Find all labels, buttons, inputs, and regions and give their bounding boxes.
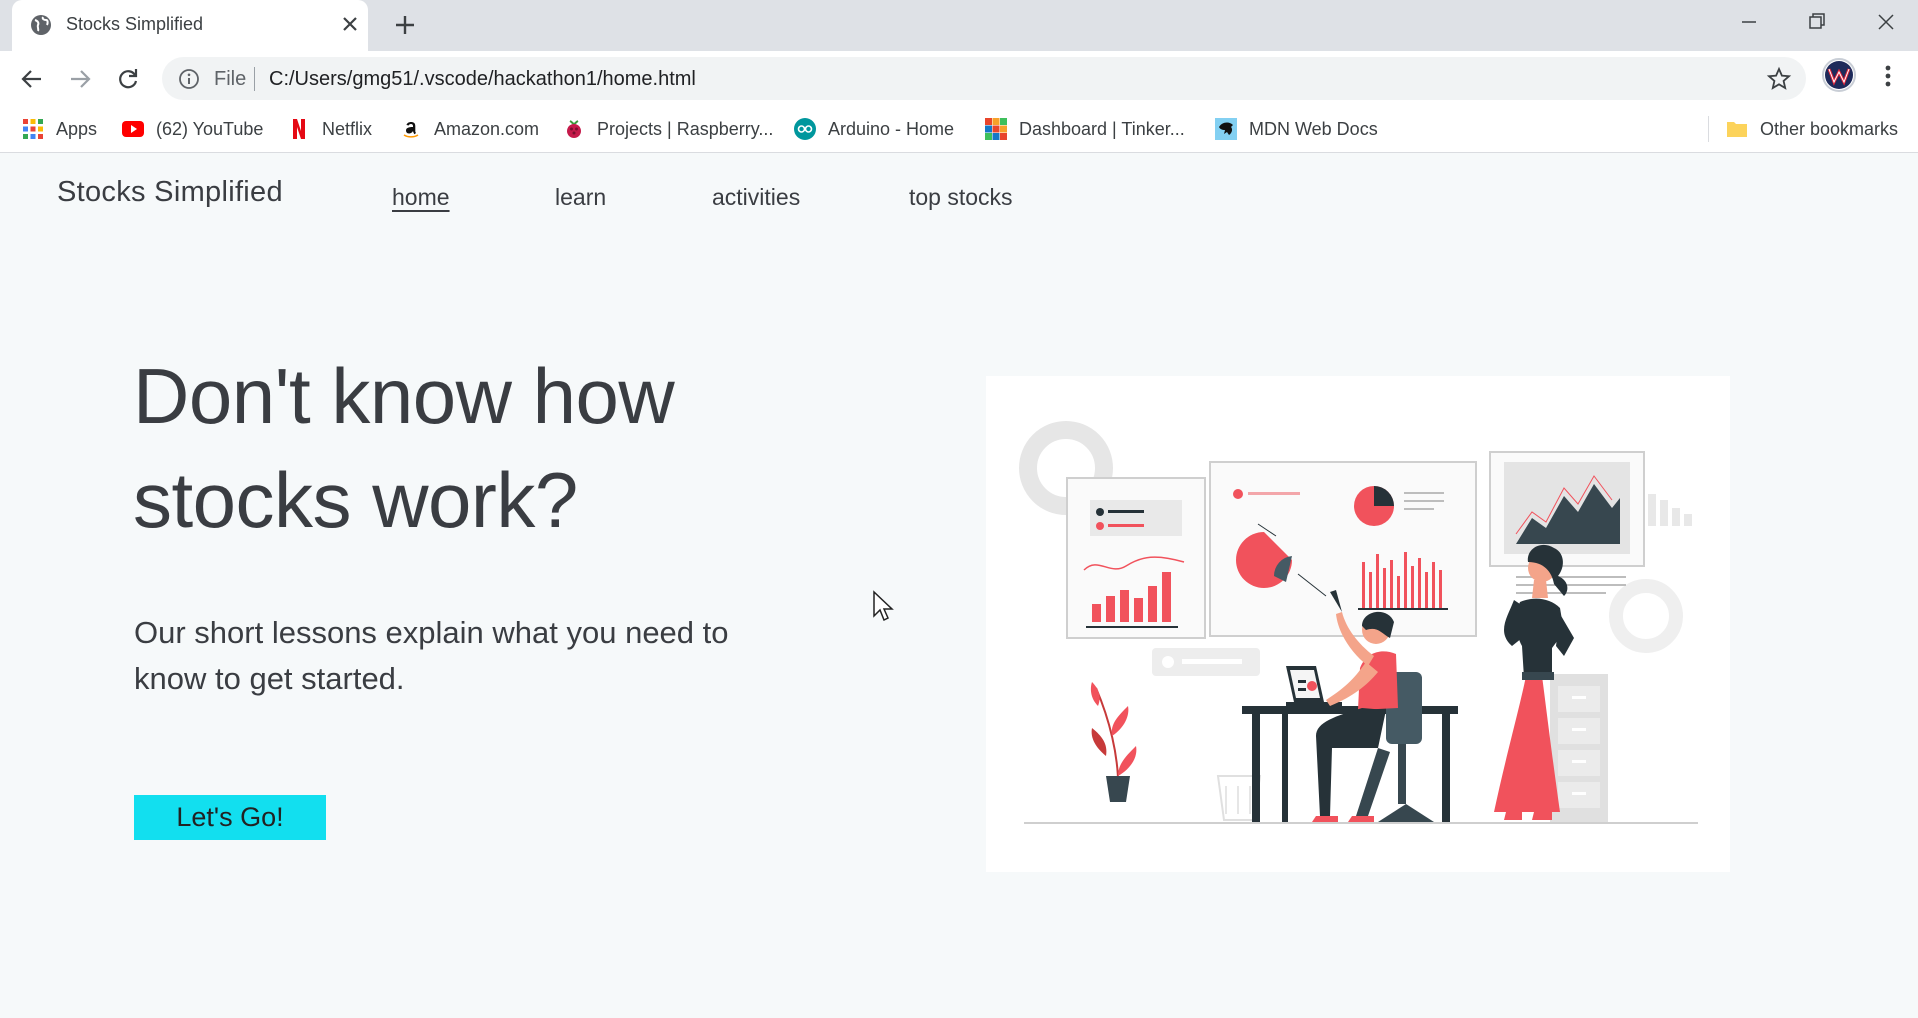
bookmark-apps[interactable]: Apps [22, 114, 97, 144]
info-icon[interactable] [178, 68, 200, 90]
netflix-icon [293, 119, 305, 139]
hero-title-line-1: Don't know how [133, 352, 675, 440]
close-window-icon[interactable] [1868, 8, 1904, 36]
bookmark-label: Projects | Raspberry... [597, 118, 774, 139]
bookmark-label: (62) YouTube [156, 118, 264, 139]
bookmark-label: Amazon.com [434, 118, 540, 139]
tab-strip: Stocks Simplified [0, 0, 1918, 51]
back-arrow-icon[interactable] [18, 65, 46, 93]
globe-icon [31, 15, 51, 35]
site-brand[interactable]: Stocks Simplified [57, 176, 283, 209]
forward-arrow-icon[interactable] [66, 65, 94, 93]
profile-avatar[interactable] [1822, 58, 1856, 92]
hero-illustration [986, 376, 1730, 872]
bookmark-label: MDN Web Docs [1249, 118, 1378, 139]
amazon-icon [403, 122, 419, 138]
new-tab-plus-icon[interactable] [392, 12, 418, 38]
scheme-label: File [214, 68, 247, 90]
hero-title: Don't know how stocks work? [133, 344, 853, 552]
bookmark-raspberry[interactable]: Projects | Raspberry... [563, 114, 773, 144]
other-bookmarks-label: Other bookmarks [1760, 118, 1899, 139]
profile-logo-icon [1825, 61, 1853, 89]
bookmark-arduino[interactable]: Arduino - Home [794, 114, 954, 144]
nav-link-home[interactable]: home [392, 184, 450, 211]
nav-link-top-stocks[interactable]: top stocks [909, 184, 1013, 211]
nav-link-learn[interactable]: learn [555, 184, 606, 211]
bookmark-star-icon[interactable] [1766, 66, 1792, 92]
bookmark-tinkercad[interactable]: Dashboard | Tinker... [985, 114, 1185, 144]
hero-title-line-2: stocks work? [133, 456, 578, 544]
youtube-icon [122, 121, 144, 137]
kebab-menu-icon[interactable] [1876, 62, 1900, 90]
raspberry-icon [567, 120, 581, 138]
lets-go-button[interactable]: Let's Go! [134, 795, 326, 840]
bookmark-youtube[interactable]: (62) YouTube [122, 114, 263, 144]
reload-icon[interactable] [114, 65, 142, 93]
bookmarks-divider [1708, 116, 1709, 142]
omnibox-divider [254, 67, 255, 91]
bookmark-amazon[interactable]: Amazon.com [400, 114, 539, 144]
mouse-cursor-icon [873, 590, 894, 622]
hero-subtitle: Our short lessons explain what you need … [134, 610, 814, 702]
bookmark-label: Apps [56, 118, 98, 139]
page-content: Stocks Simplified home learn activities … [0, 154, 1918, 1018]
nav-link-activities[interactable]: activities [712, 184, 800, 211]
tinkercad-icon [985, 118, 1007, 140]
address-bar[interactable]: File C:/Users/gmg51/.vscode/hackathon1/h… [162, 57, 1806, 100]
close-tab-icon[interactable] [338, 12, 362, 36]
browser-tab[interactable]: Stocks Simplified [12, 0, 368, 51]
tab-title: Stocks Simplified [66, 14, 204, 34]
apps-grid-icon [23, 119, 43, 139]
url-text[interactable]: C:/Users/gmg51/.vscode/hackathon1/home.h… [269, 68, 696, 91]
hero-subtitle-line-2: know to get started. [134, 661, 405, 696]
bookmark-mdn[interactable]: MDN Web Docs [1215, 114, 1378, 144]
restore-window-icon[interactable] [1798, 8, 1834, 36]
bookmark-label: Arduino - Home [828, 118, 955, 139]
mdn-icon [1215, 118, 1237, 140]
browser-toolbar: File C:/Users/gmg51/.vscode/hackathon1/h… [0, 51, 1918, 106]
arduino-icon [794, 118, 816, 140]
bookmark-label: Netflix [322, 118, 373, 139]
hero-subtitle-line-1: Our short lessons explain what you need … [134, 615, 729, 650]
minimize-icon[interactable] [1731, 8, 1767, 36]
bookmarks-bar: Apps (62) YouTube Netflix Amazon.com Pro… [0, 106, 1918, 153]
bookmark-label: Dashboard | Tinker... [1019, 118, 1185, 139]
bookmark-other[interactable]: Other bookmarks [1726, 114, 1898, 144]
folder-icon [1727, 122, 1747, 137]
stock-analysis-illustration [1019, 421, 1698, 824]
bookmark-netflix[interactable]: Netflix [288, 114, 372, 144]
